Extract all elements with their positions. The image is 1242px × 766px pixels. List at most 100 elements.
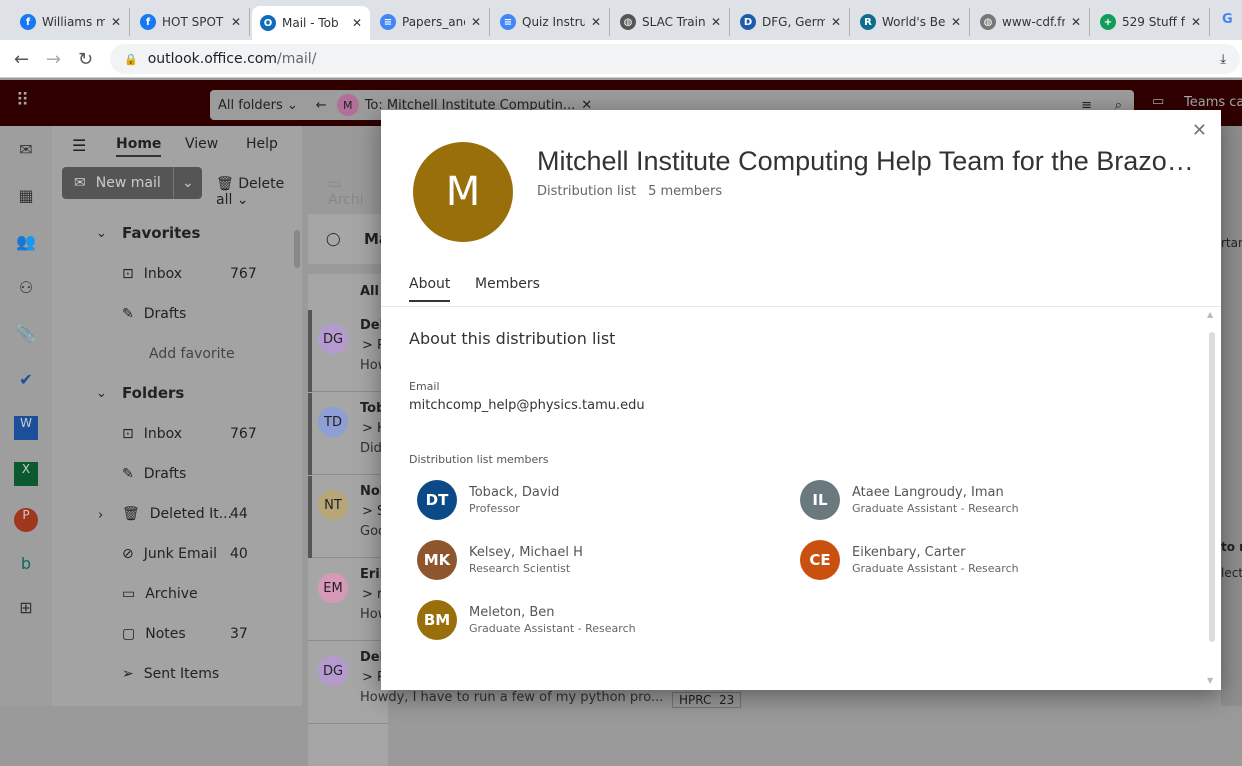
favorite-inbox[interactable]: ⊡ Inbox 767 — [122, 266, 257, 282]
folder-scrollbar[interactable] — [294, 230, 300, 268]
url-field[interactable]: 🔒 outlook.office.com/mail/ ⤓ — [110, 44, 1240, 74]
docs-icon: ≡ — [380, 14, 396, 30]
mail-icon[interactable]: ✉ — [14, 140, 38, 164]
word-icon[interactable]: W — [14, 416, 38, 440]
new-mail-button[interactable]: ✉ New mail ⌄ — [62, 167, 202, 199]
delete-all-button[interactable]: 🗑 Delete all ⌄ — [216, 176, 302, 208]
calendar-icon[interactable]: ▦ — [14, 186, 38, 210]
groups-icon[interactable]: ⚇ — [14, 278, 38, 302]
browser-tab[interactable]: O Mail - Tob ✕ — [252, 6, 370, 40]
sender-avatar: TD — [318, 407, 348, 437]
app-rail: ✉ ▦ 👥 ⚇ 📎 ✔ W X P b ⊞ — [0, 126, 52, 706]
install-icon[interactable]: ⤓ — [1220, 52, 1226, 67]
member-item[interactable]: BM Meleton, Ben Graduate Assistant - Resea… — [417, 600, 636, 640]
browser-tab[interactable]: ◍ www-cdf.fn ✕ — [972, 8, 1090, 36]
google-tab-icon[interactable]: G — [1222, 12, 1233, 27]
forward-icon[interactable]: → — [46, 49, 61, 70]
message-item[interactable]: EM Erik > r How — [308, 559, 388, 641]
browser-tab[interactable]: D DFG, Germ ✕ — [732, 8, 850, 36]
folder-sent[interactable]: ➢ Sent Items — [122, 666, 219, 682]
email-value[interactable]: mitchcomp_help@physics.tamu.edu — [409, 398, 645, 413]
tab-title: Papers_and — [402, 15, 465, 29]
folder-archive[interactable]: ▭ Archive — [122, 586, 198, 602]
member-item[interactable]: CE Eikenbary, Carter Graduate Assistant - … — [800, 540, 1019, 580]
todo-icon[interactable]: ✔ — [14, 370, 38, 394]
filter-all[interactable]: All — [360, 284, 379, 299]
favorite-drafts[interactable]: ✎ Drafts — [122, 306, 186, 322]
scroll-down-icon[interactable]: ▼ — [1207, 676, 1213, 685]
favorites-header[interactable]: Favorites — [122, 224, 200, 242]
back-arrow-icon[interactable]: ← — [316, 98, 327, 113]
group-avatar: M — [413, 142, 513, 242]
folder-inbox[interactable]: ⊡ Inbox 767 — [122, 426, 257, 442]
browser-tab[interactable]: +529 Stuff f ✕ — [1092, 8, 1210, 36]
scroll-up-icon[interactable]: ▲ — [1207, 310, 1213, 319]
excel-icon[interactable]: X — [14, 462, 38, 486]
search-scope-dropdown[interactable]: All folders ⌄ — [218, 98, 298, 113]
bing-icon[interactable]: b — [14, 554, 38, 578]
deleted-expand-icon[interactable]: › — [98, 508, 103, 523]
favorites-chevron-icon[interactable]: ⌄ — [96, 226, 107, 241]
teams-call-button[interactable]: Teams cal — [1184, 95, 1242, 110]
member-role: Graduate Assistant - Research — [852, 502, 1019, 515]
browser-tab[interactable]: R World's Be ✕ — [852, 8, 970, 36]
more-apps-icon[interactable]: ⊞ — [14, 598, 38, 622]
inbox-icon: ⊡ — [122, 266, 134, 282]
tab-title: DFG, Germ — [762, 15, 825, 29]
folder-deleted[interactable]: 🗑 Deleted It... 44 — [122, 506, 248, 522]
reload-icon[interactable]: ↻ — [78, 49, 93, 70]
browser-tab[interactable]: f HOT SPOT ✕ — [132, 8, 250, 36]
browser-tab[interactable]: f Williams m ✕ — [12, 8, 130, 36]
tab-close-icon[interactable]: ✕ — [591, 15, 601, 29]
member-item[interactable]: DT Toback, David Professor — [417, 480, 559, 520]
sender-avatar: DG — [318, 324, 348, 354]
tab-title: SLAC Train — [642, 15, 705, 29]
tab-close-icon[interactable]: ✕ — [1191, 15, 1201, 29]
folder-drafts[interactable]: ✎ Drafts — [122, 466, 186, 482]
sender-avatar: DG — [318, 656, 348, 686]
tab-about[interactable]: About — [409, 276, 451, 302]
section-title: About this distribution list — [409, 329, 616, 348]
list-header: ◯ Ma — [308, 214, 389, 264]
tab-close-icon[interactable]: ✕ — [111, 15, 121, 29]
select-all-icon[interactable]: ◯ — [326, 232, 341, 247]
new-mail-dropdown-icon[interactable]: ⌄ — [182, 175, 194, 191]
archive-button[interactable]: ▭ Archi — [328, 176, 364, 208]
folders-chevron-icon[interactable]: ⌄ — [96, 386, 107, 401]
tab-close-icon[interactable]: ✕ — [1071, 15, 1081, 29]
member-item[interactable]: MK Kelsey, Michael H Research Scientist — [417, 540, 583, 580]
message-item[interactable]: DG Deb > R How — [308, 310, 389, 392]
browser-tab[interactable]: ◍ SLAC Train ✕ — [612, 8, 730, 36]
member-role: Graduate Assistant - Research — [852, 562, 1019, 575]
message-item[interactable]: DG Deb > R Howdy, I have to run a few of my… — [308, 642, 663, 724]
tab-members[interactable]: Members — [475, 276, 540, 300]
tab-home[interactable]: Home — [116, 136, 162, 157]
folder-notes[interactable]: ▢ Notes 37 — [122, 626, 248, 642]
tab-close-icon[interactable]: ✕ — [352, 16, 362, 30]
folder-junk[interactable]: ⊘ Junk Email 40 — [122, 546, 248, 562]
powerpoint-icon[interactable]: P — [14, 508, 38, 532]
message-item[interactable]: TD Tob > H Did — [308, 393, 388, 475]
close-icon[interactable]: ✕ — [1192, 120, 1207, 141]
scrollbar[interactable] — [1209, 332, 1215, 642]
back-icon[interactable]: ← — [14, 49, 29, 70]
tab-close-icon[interactable]: ✕ — [471, 15, 481, 29]
tab-close-icon[interactable]: ✕ — [831, 15, 841, 29]
browser-tab[interactable]: ≡ Quiz Instru ✕ — [492, 8, 610, 36]
people-icon[interactable]: 👥 — [14, 232, 38, 256]
tab-view[interactable]: View — [185, 136, 218, 152]
add-favorite-link[interactable]: Add favorite — [149, 346, 235, 362]
tab-help[interactable]: Help — [246, 136, 278, 152]
tab-close-icon[interactable]: ✕ — [951, 15, 961, 29]
tab-close-icon[interactable]: ✕ — [711, 15, 721, 29]
folders-header[interactable]: Folders — [122, 384, 184, 402]
member-item[interactable]: IL Ataee Langroudy, Iman Graduate Assistan… — [800, 480, 1019, 520]
browser-tab[interactable]: ≡ Papers_and ✕ — [372, 8, 490, 36]
tab-close-icon[interactable]: ✕ — [231, 15, 241, 29]
globe-icon: ◍ — [980, 14, 996, 30]
chip-avatar: M — [336, 94, 359, 116]
message-item[interactable]: NT Nol > S Goo — [308, 476, 388, 558]
hamburger-icon[interactable]: ☰ — [72, 136, 86, 155]
attachment-icon[interactable]: 📎 — [14, 324, 38, 348]
app-launcher-icon[interactable]: ⠿ — [16, 90, 29, 111]
